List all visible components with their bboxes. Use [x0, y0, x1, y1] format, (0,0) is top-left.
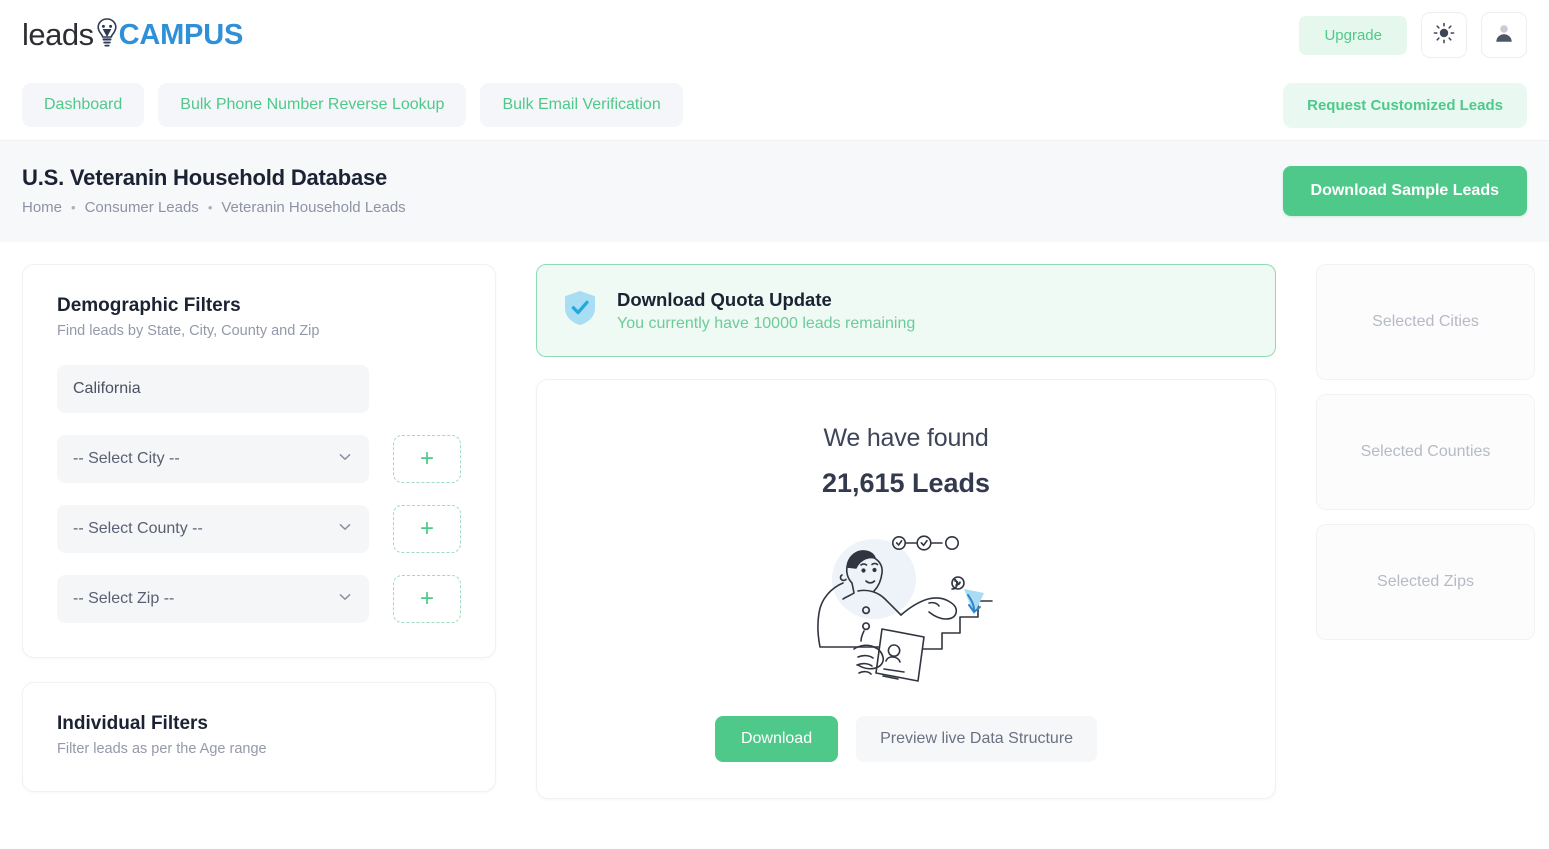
individual-filters-title: Individual Filters: [57, 713, 208, 734]
breadcrumb-item-home[interactable]: Home: [22, 199, 62, 216]
filters-column: Demographic Filters Find leads by State,…: [22, 264, 496, 792]
top-bar: leads CAMPUS Upgrade: [0, 0, 1549, 70]
preview-data-structure-button[interactable]: Preview live Data Structure: [856, 716, 1098, 762]
breadcrumb-item-consumer-leads[interactable]: Consumer Leads: [85, 199, 199, 216]
add-zip-button[interactable]: +: [393, 575, 461, 623]
upgrade-button[interactable]: Upgrade: [1299, 15, 1407, 55]
download-quota-banner: Download Quota Update You currently have…: [536, 264, 1276, 357]
quota-title: Download Quota Update: [617, 288, 832, 310]
person-with-document-illustration: [557, 521, 1255, 698]
results-column: Download Quota Update You currently have…: [536, 264, 1276, 799]
chevron-down-icon: [337, 589, 353, 610]
quota-text: Download Quota Update You currently have…: [617, 289, 915, 333]
city-select-label: -- Select City --: [73, 450, 180, 467]
county-select-label: -- Select County --: [73, 520, 203, 537]
results-count: 21,615 Leads: [821, 468, 991, 498]
state-input[interactable]: [57, 365, 369, 413]
nav-item-bulk-phone-lookup[interactable]: Bulk Phone Number Reverse Lookup: [158, 83, 467, 127]
add-county-button[interactable]: +: [393, 505, 461, 553]
page-header-text: U.S. Veteranin Household Database Home •…: [22, 165, 1283, 216]
breadcrumb-item-current: Veteranin Household Leads: [221, 199, 406, 216]
individual-filters-card: Individual Filters Filter leads as per t…: [22, 682, 496, 792]
nav-item-bulk-email-verification[interactable]: Bulk Email Verification: [480, 83, 683, 127]
page-title: U.S. Veteranin Household Database: [22, 165, 388, 190]
results-found-label: We have found: [823, 424, 989, 452]
selected-counties-panel[interactable]: Selected Counties: [1316, 394, 1535, 510]
topbar-actions: Upgrade: [1299, 12, 1527, 58]
page-header: U.S. Veteranin Household Database Home •…: [0, 140, 1549, 242]
selected-cities-placeholder: Selected Cities: [1372, 313, 1479, 330]
demographic-filters-title: Demographic Filters: [57, 295, 241, 316]
breadcrumb-separator: •: [71, 200, 76, 215]
user-avatar-icon: [1493, 22, 1515, 49]
chevron-down-icon: [337, 449, 353, 470]
city-select[interactable]: -- Select City --: [57, 435, 369, 483]
demographic-filters-subtitle: Find leads by State, City, County and Zi…: [57, 323, 320, 339]
sun-icon: [1433, 22, 1455, 49]
results-actions: Download Preview live Data Structure: [557, 716, 1255, 762]
plus-icon: +: [419, 515, 434, 542]
theme-toggle-button[interactable]: [1421, 12, 1467, 58]
breadcrumb-separator: •: [207, 200, 213, 215]
zip-select-label: -- Select Zip --: [73, 590, 175, 607]
selected-counties-placeholder: Selected Counties: [1360, 443, 1491, 460]
results-card: We have found 21,615 Leads Download Prev…: [536, 379, 1276, 799]
main-content: Demographic Filters Find leads by State,…: [0, 242, 1549, 799]
nav-item-dashboard[interactable]: Dashboard: [22, 83, 145, 127]
download-button[interactable]: Download: [714, 716, 839, 762]
chevron-down-icon: [337, 519, 353, 540]
individual-filters-subtitle: Filter leads as per the Age range: [57, 741, 267, 757]
shield-check-icon: [563, 289, 597, 332]
city-field-row: -- Select City -- +: [57, 435, 461, 483]
county-field-row: -- Select County -- +: [57, 505, 461, 553]
breadcrumb: Home • Consumer Leads • Veteranin Househ…: [22, 199, 1283, 216]
selected-cities-panel[interactable]: Selected Cities: [1316, 264, 1535, 380]
plus-icon: +: [419, 585, 434, 612]
plus-icon: +: [419, 445, 434, 472]
brand-name-secondary: CAMPUS: [118, 18, 244, 51]
quota-subtitle: You currently have 10000 leads remaining: [617, 314, 916, 332]
brand-name-primary: leads: [22, 17, 94, 52]
selected-zips-placeholder: Selected Zips: [1377, 573, 1474, 590]
account-button[interactable]: [1481, 12, 1527, 58]
lightbulb-icon: [96, 16, 118, 50]
zip-field-row: -- Select Zip -- +: [57, 575, 461, 623]
secondary-nav: Dashboard Bulk Phone Number Reverse Look…: [0, 70, 1549, 140]
brand-logo[interactable]: leads CAMPUS: [22, 12, 243, 58]
selected-column: Selected Cities Selected Counties Select…: [1316, 264, 1535, 654]
add-city-button[interactable]: +: [393, 435, 461, 483]
request-customized-leads-button[interactable]: Request Customized Leads: [1283, 82, 1527, 128]
county-select[interactable]: -- Select County --: [57, 505, 369, 553]
state-field-row: [57, 365, 461, 413]
zip-select[interactable]: -- Select Zip --: [57, 575, 369, 623]
download-sample-leads-button[interactable]: Download Sample Leads: [1282, 165, 1527, 216]
selected-zips-panel[interactable]: Selected Zips: [1316, 524, 1535, 640]
demographic-filters-card: Demographic Filters Find leads by State,…: [22, 264, 496, 658]
